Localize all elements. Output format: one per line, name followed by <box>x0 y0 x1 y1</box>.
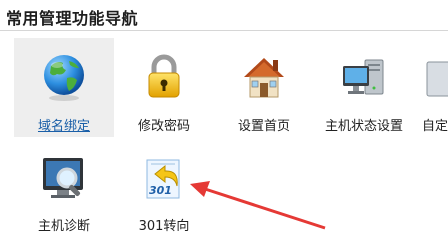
panel-title: 常用管理功能导航 <box>6 9 139 28</box>
annotation-arrow <box>190 181 326 230</box>
padlock-icon <box>139 52 189 102</box>
tile-custom[interactable]: 自定 <box>414 38 448 137</box>
tile-label: 域名绑定 <box>37 119 90 134</box>
tile-label: 主机诊断 <box>37 219 90 234</box>
tile-label: 修改密码 <box>137 119 190 134</box>
title-divider <box>0 30 448 31</box>
monitor-magnifier-icon <box>39 154 89 204</box>
globe-icon <box>39 52 89 102</box>
tile-host-status-settings[interactable]: 主机状态设置 <box>314 38 414 137</box>
tile-domain-binding[interactable]: 域名绑定 <box>14 38 114 137</box>
tile-label: 主机状态设置 <box>324 119 403 134</box>
house-icon <box>239 52 289 102</box>
tile-label: 自定 <box>422 119 448 134</box>
tile-host-diagnosis[interactable]: 主机诊断 <box>14 150 114 240</box>
tile-label: 设置首页 <box>237 119 290 134</box>
tile-set-homepage[interactable]: 设置首页 <box>214 38 314 137</box>
server-monitor-icon <box>339 52 389 102</box>
tile-change-password[interactable]: 修改密码 <box>114 38 214 137</box>
svg-text:301: 301 <box>149 184 172 197</box>
custom-icon <box>419 52 448 102</box>
